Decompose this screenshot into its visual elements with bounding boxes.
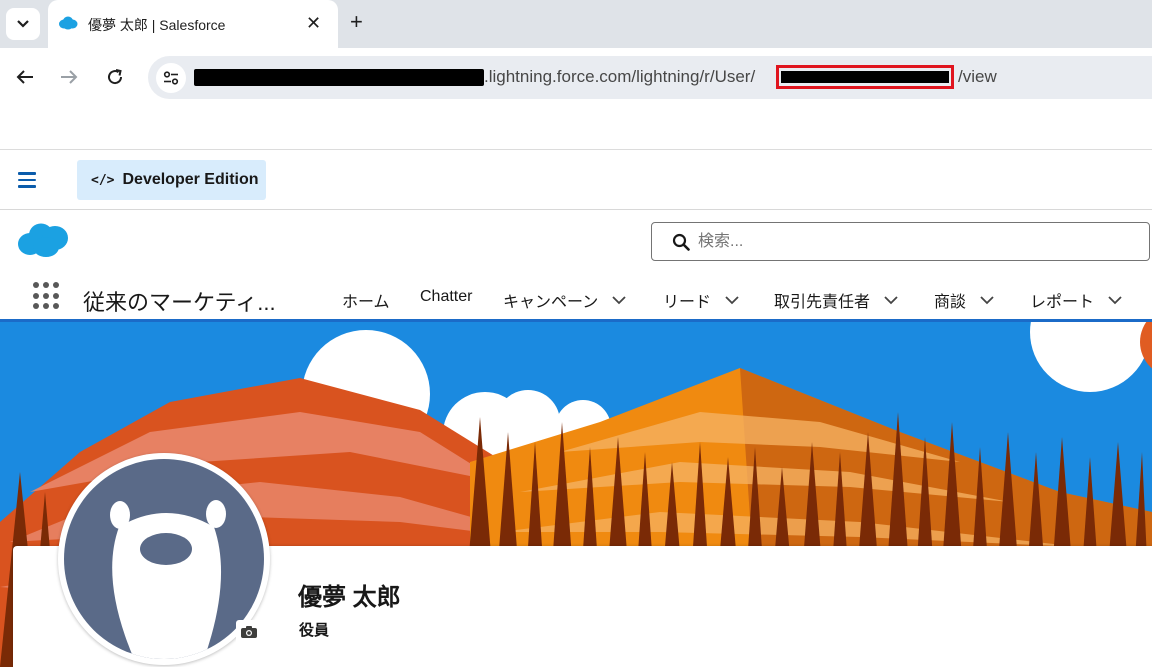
url-redaction-domain <box>194 69 484 86</box>
nav-item-label: Chatter <box>420 288 473 305</box>
nav-item-label: ホーム <box>342 294 390 311</box>
search-input[interactable] <box>698 231 1118 253</box>
nav-item-home[interactable]: ホーム <box>342 288 390 312</box>
nav-item-label: 商談 <box>934 294 967 311</box>
site-info-button[interactable] <box>156 63 186 93</box>
nav-item-label: キャンペーン <box>503 294 599 311</box>
forward-button[interactable] <box>56 64 82 90</box>
forward-arrow-icon <box>61 70 78 84</box>
developer-edition-label: Developer Edition <box>122 171 259 188</box>
nav-item-chatter[interactable]: Chatter <box>420 288 472 306</box>
nav-item-leads[interactable]: リード <box>663 288 739 312</box>
app-launcher-icon[interactable] <box>33 282 61 310</box>
close-icon[interactable]: ✕ <box>306 14 321 32</box>
camera-icon[interactable] <box>236 620 262 644</box>
tune-icon <box>163 71 179 85</box>
nav-item-reports[interactable]: レポート <box>1030 288 1122 312</box>
chevron-down-icon[interactable] <box>1108 295 1122 305</box>
setup-bar: </> Developer Edition <box>0 150 1152 210</box>
bookmark-bar <box>0 108 1152 150</box>
back-arrow-icon <box>16 70 33 84</box>
url-suffix-text: /view <box>958 67 997 86</box>
salesforce-favicon-icon <box>59 16 78 30</box>
app-name: 従来のマーケティ... <box>83 290 276 315</box>
app-navigation-bar: 従来のマーケティ... ホーム Chatter キャンペーン リード 取引先責任… <box>0 272 1152 322</box>
url-path-text: .lightning.force.com/lightning/r/User/ <box>484 67 756 86</box>
nav-item-opportunities[interactable]: 商談 <box>934 288 994 312</box>
salesforce-logo-icon[interactable] <box>17 222 69 258</box>
chevron-down-icon[interactable] <box>612 295 626 305</box>
nav-item-contacts[interactable]: 取引先責任者 <box>774 288 898 312</box>
tab-search-button[interactable] <box>6 8 40 40</box>
chevron-down-icon <box>17 20 29 28</box>
browser-toolbar: .lightning.force.com/lightning/r/User/ /… <box>0 48 1152 108</box>
reload-button[interactable] <box>102 64 128 90</box>
url-redaction-user-id-highlight <box>776 65 954 89</box>
chevron-down-icon[interactable] <box>980 295 994 305</box>
reload-icon <box>108 69 123 85</box>
nav-item-campaigns[interactable]: キャンペーン <box>503 288 626 312</box>
chevron-down-icon[interactable] <box>884 295 898 305</box>
global-search[interactable] <box>651 222 1150 261</box>
chevron-down-icon[interactable] <box>725 295 739 305</box>
browser-tab-strip: 優夢 太郎 | Salesforce ✕ + <box>0 0 1152 48</box>
back-button[interactable] <box>12 64 38 90</box>
global-header <box>0 210 1152 272</box>
nav-item-label: 取引先責任者 <box>774 294 871 311</box>
menu-icon[interactable] <box>18 172 36 188</box>
address-bar[interactable]: .lightning.force.com/lightning/r/User/ /… <box>148 56 1152 99</box>
nav-item-label: リード <box>663 294 712 311</box>
code-icon: </> <box>91 172 115 188</box>
plus-icon[interactable]: + <box>350 11 363 33</box>
profile-title: 役員 <box>299 622 330 639</box>
default-avatar-icon <box>64 459 264 659</box>
nav-item-label: レポート <box>1030 294 1095 311</box>
developer-edition-button[interactable]: </> Developer Edition <box>77 160 266 200</box>
tab-title: 優夢 太郎 | Salesforce <box>88 17 226 33</box>
profile-name: 優夢 太郎 <box>298 584 401 611</box>
search-icon <box>672 233 690 251</box>
browser-tab-active[interactable]: 優夢 太郎 | Salesforce ✕ <box>48 0 338 48</box>
